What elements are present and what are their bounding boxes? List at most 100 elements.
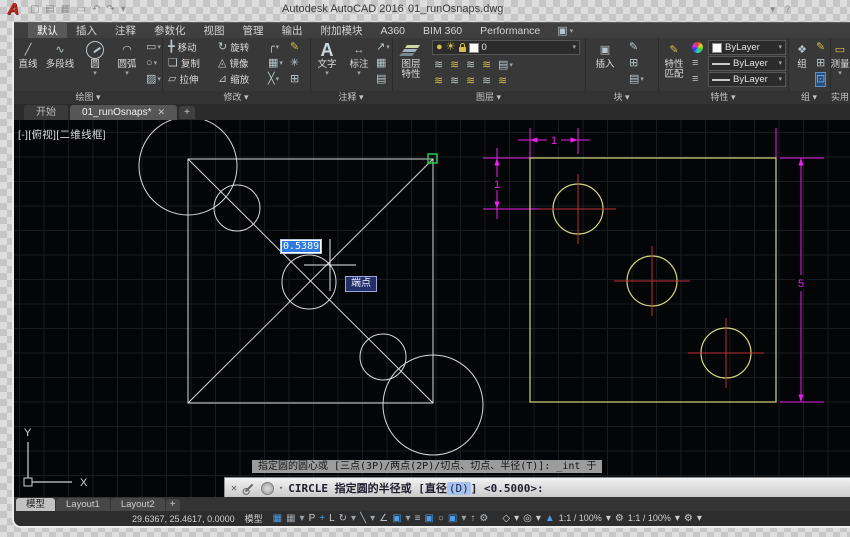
match-button[interactable]: ✎特性匹配 [658,40,690,80]
panel-label-properties[interactable]: 特性 ▾ [658,91,788,104]
snap-grid-icon[interactable]: ▦ [273,514,282,524]
lines-button[interactable]: ≡ [692,57,698,70]
lineweight-icon[interactable]: ≡ [415,514,421,524]
isodraft-icon[interactable]: ╲ [360,514,366,524]
panel-label-modify[interactable]: 修改 ▾ [162,91,310,104]
lb-button[interactable]: ≋ [482,75,491,88]
lby-button[interactable]: ≋ [498,75,507,88]
print-icon[interactable]: ▭ [76,3,85,17]
lb-button[interactable]: ≋ [450,75,459,88]
tbl2-button[interactable]: ▤ [376,73,386,86]
signin-icon[interactable]: ▾ [770,4,775,15]
panel-label-annotation[interactable]: 注释 ▾ [310,91,392,104]
object-snap-icon[interactable]: ▣ [392,514,401,524]
dynamic-input-icon[interactable]: + [319,514,325,524]
annotation-visibility-icon[interactable]: ◇ [502,514,510,524]
layout-tab-Layout2[interactable]: Layout2 [111,498,165,511]
gsel-button[interactable]: ⊡ [816,73,825,86]
workspace-gear-icon[interactable]: ⚙ [615,514,624,524]
layers-button[interactable]: 图层特性 [394,40,428,80]
3d-osnap-dropdown-icon[interactable]: ▾ [461,514,466,524]
trim-button[interactable]: ╳▾ [268,73,279,86]
close-icon[interactable]: ✕ [231,483,237,494]
ribbon-tab-管理[interactable]: 管理 [234,23,273,39]
ortho-icon[interactable]: L [329,514,335,524]
attr2-button[interactable]: ⊞ [290,73,299,86]
bylayer-select[interactable]: ByLayer▾ [708,56,786,71]
dynamic-input-field[interactable]: 0.5389 [280,239,322,254]
annotation-dropdown-icon[interactable]: ▾ [514,514,519,524]
cirbig-button[interactable]: 圆▾ [80,40,110,77]
osnap-dropdown-icon[interactable]: ▾ [406,514,411,524]
ribbon-tab-默认[interactable]: 默认 [28,23,67,39]
grid-display-icon[interactable]: ▦ [286,514,295,524]
le-button[interactable]: ▤▾ [498,59,513,72]
table-button[interactable]: ▦ [376,57,386,70]
customize-dropdown-icon[interactable]: ▾ [697,514,702,524]
fillet-button[interactable]: ╭▾ [268,41,279,54]
ribbon-tab-插入[interactable]: 插入 [67,23,106,39]
panel-label-layers[interactable]: 图层 ▾ [392,91,585,104]
command-line[interactable]: ✕ ▾ CIRCLE 指定圆的半径或 [直径(D)] <0.5000>: [224,477,850,499]
autoscale-icon[interactable]: ◎ [523,514,532,524]
annotation-scale-icon[interactable]: ▲ [545,514,555,524]
ribbon-tab-输出[interactable]: 输出 [273,23,312,39]
panel-label-group[interactable]: 组 ▾ [788,91,830,104]
ribbon-tab-A360[interactable]: A360 [372,23,415,39]
bylayer-select[interactable]: ByLayer▾ [708,40,786,55]
cad-canvas[interactable]: 115XY [14,120,850,497]
undo-icon[interactable]: ↶ [92,3,100,17]
pencil-button[interactable]: ✎ [290,41,299,54]
group-button[interactable]: ❖组 [790,40,814,70]
textA-button[interactable]: A文字▾ [312,40,342,77]
layout-tab-模型[interactable]: 模型 [16,498,55,511]
ribbon-tab-Performance[interactable]: Performance [471,23,549,39]
viewport-controls[interactable]: [-][俯视][二维线框] [18,127,106,142]
mirror-button[interactable]: ◬镜像 [218,56,248,70]
redo-icon[interactable]: ↷ [106,3,114,17]
dynamic-ucs-icon[interactable]: ↑ [470,514,475,524]
close-icon[interactable]: ✕ [158,105,166,120]
wrench-icon[interactable] [245,484,253,492]
array-button[interactable]: ▦▾ [268,57,283,70]
stretch-button[interactable]: ▱拉伸 [168,72,198,86]
move-button[interactable]: ╋移动 [168,40,197,54]
file-tab-01_runOsnaps[interactable]: 01_runOsnaps*✕ [70,105,177,120]
ellipse-button[interactable]: ○▾ [146,57,157,70]
file-tab-[interactable]: 开始 [24,105,68,120]
ribbon-tab-BIM 360[interactable]: BIM 360 [414,23,471,39]
annotation-scale-value[interactable]: 1:1 / 100% [559,514,602,523]
attr2-button[interactable]: ⊞ [816,57,825,70]
search-icon[interactable]: ○ [755,4,760,15]
autocad-logo-icon[interactable]: A [3,0,23,20]
rotate-button[interactable]: ↻旋转 [218,40,249,54]
diameter-option[interactable]: (D) [447,482,471,495]
new-drawing-tab-button[interactable]: + [179,106,195,119]
lb-button[interactable]: ≋ [466,59,475,72]
dropdown-icon[interactable]: ▾ [121,3,126,17]
scale-button[interactable]: ⊿缩放 [218,72,249,86]
new-layout-button[interactable]: + [166,499,180,511]
copy-button[interactable]: ❏复制 [168,56,200,70]
scale-dropdown-icon[interactable]: ▾ [606,514,611,524]
arc-button[interactable]: ◠圆弧▾ [111,40,143,77]
polar-tracking-icon[interactable]: ↻ [339,514,347,524]
panel-label-utilities[interactable]: 实用 [830,91,850,104]
attr-button[interactable]: ✎ [629,41,638,54]
customize-gear-icon[interactable]: ⚙ [684,514,693,524]
model-space-label[interactable]: 模型 [245,512,263,525]
recent-commands-dropdown-icon[interactable]: ▾ [279,485,283,492]
ribbon-tab-参数化[interactable]: 参数化 [145,23,195,39]
help-icon[interactable]: ? [785,4,790,15]
open-file-icon[interactable]: ▤ [45,3,54,17]
bylayer-select[interactable]: ByLayer▾ [708,72,786,87]
save-file-icon[interactable]: ▦ [61,3,70,17]
pline-button[interactable]: ∿多段线 [42,40,78,70]
dim-button[interactable]: ↔标注▾ [344,40,374,77]
attr2-button[interactable]: ⊞ [629,57,638,70]
viewport-scale-dropdown-icon[interactable]: ▾ [675,514,680,524]
line-button[interactable]: ╱直线 [14,40,42,70]
explode-button[interactable]: ✳ [290,57,299,70]
isodraft-dropdown-icon[interactable]: ▾ [370,514,375,524]
attr3-button[interactable]: ▤▾ [629,73,644,86]
